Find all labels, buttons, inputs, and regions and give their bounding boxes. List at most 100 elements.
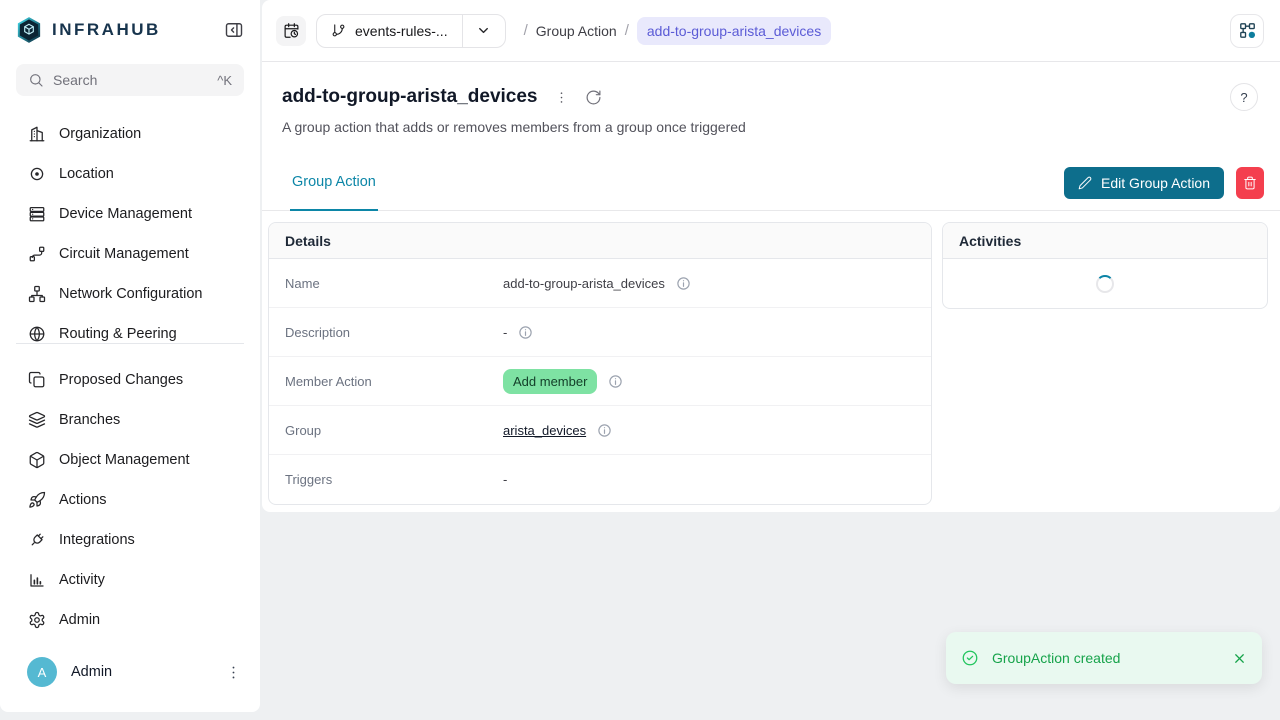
activities-card-title: Activities (943, 223, 1267, 259)
sidebar-item-integrations[interactable]: Integrations (12, 520, 248, 560)
help-button[interactable]: ? (1230, 83, 1258, 111)
user-name: Admin (71, 664, 112, 680)
search-placeholder: Search (53, 72, 97, 88)
server-icon (28, 205, 46, 223)
row-value: - (503, 325, 507, 340)
sidebar-item-activity[interactable]: Activity (12, 560, 248, 600)
calendar-clock-icon (283, 22, 300, 39)
user-menu-kebab-icon[interactable] (225, 664, 242, 681)
gear-icon (28, 611, 46, 629)
group-link[interactable]: arista_devices (503, 423, 586, 438)
info-icon[interactable] (676, 276, 691, 291)
sidebar-item-admin[interactable]: Admin (12, 600, 248, 640)
workflow-icon (1238, 21, 1257, 40)
sidebar-item-label: Branches (59, 412, 120, 428)
tab-bar: Group Action Edit Group Action (262, 155, 1280, 211)
building-icon (28, 125, 46, 143)
sidebar-collapse-icon[interactable] (224, 20, 244, 40)
sidebar-item-label: Admin (59, 612, 100, 628)
sidebar-item-label: Integrations (59, 532, 135, 548)
detail-row-member-action: Member Action Add member (269, 357, 931, 406)
rocket-icon (28, 491, 46, 509)
row-label: Name (285, 276, 503, 291)
schema-visualizer-button[interactable] (1230, 14, 1264, 48)
edit-group-action-button[interactable]: Edit Group Action (1064, 167, 1224, 199)
info-icon[interactable] (608, 374, 623, 389)
title-kebab-menu-icon[interactable] (554, 90, 569, 105)
activities-card: Activities (942, 222, 1268, 309)
row-label: Description (285, 325, 503, 340)
sidebar-item-routing-peering[interactable]: Routing & Peering (12, 314, 248, 343)
time-travel-button[interactable] (276, 16, 306, 46)
diff-icon (28, 371, 46, 389)
check-circle-icon (961, 649, 979, 667)
tab-group-action[interactable]: Group Action (290, 155, 378, 211)
main-area: events-rules-... / Group Action / add-to… (262, 0, 1280, 720)
network-icon (28, 285, 46, 303)
search-shortcut: ^K (217, 73, 232, 88)
git-branch-icon (331, 23, 346, 38)
logo-row: INFRAHUB (0, 0, 260, 60)
row-label: Group (285, 423, 503, 438)
layers-icon (28, 411, 46, 429)
plug-icon (28, 531, 46, 549)
row-label: Member Action (285, 374, 503, 389)
sidebar-item-label: Routing & Peering (59, 326, 177, 342)
detail-row-triggers: Triggers - (269, 455, 931, 504)
chevron-down-icon (476, 23, 491, 38)
sidebar-item-branches[interactable]: Branches (12, 400, 248, 440)
branch-name: events-rules-... (355, 23, 448, 39)
breadcrumb-separator: / (625, 22, 629, 39)
page-header: add-to-group-arista_devices A group acti… (262, 62, 1280, 155)
locate-icon (28, 165, 46, 183)
brand-name: INFRAHUB (52, 20, 161, 40)
sidebar-item-label: Proposed Changes (59, 372, 183, 388)
sidebar-item-label: Location (59, 166, 114, 182)
sidebar-item-label: Activity (59, 572, 105, 588)
search-input[interactable]: Search ^K (16, 64, 244, 96)
cube-icon (28, 451, 46, 469)
info-icon[interactable] (518, 325, 533, 340)
loading-spinner (1096, 275, 1114, 293)
sidebar-item-proposed-changes[interactable]: Proposed Changes (12, 360, 248, 400)
sidebar-item-device-management[interactable]: Device Management (12, 194, 248, 234)
delete-button[interactable] (1236, 167, 1264, 199)
branch-dropdown-toggle[interactable] (463, 23, 505, 38)
topbar: events-rules-... / Group Action / add-to… (262, 0, 1280, 62)
branch-selector[interactable]: events-rules-... (316, 14, 506, 48)
search-icon (28, 72, 44, 88)
member-action-badge: Add member (503, 369, 597, 394)
refresh-icon[interactable] (585, 89, 602, 106)
sidebar-item-label: Actions (59, 492, 107, 508)
sidebar-item-location[interactable]: Location (12, 154, 248, 194)
sidebar-item-actions[interactable]: Actions (12, 480, 248, 520)
breadcrumb-item[interactable]: add-to-group-arista_devices (637, 17, 831, 45)
sidebar-menu-secondary: Proposed Changes Branches Object Managem… (0, 344, 260, 640)
route-icon (28, 245, 46, 263)
toast-close-icon[interactable] (1232, 651, 1247, 666)
breadcrumb-type: Group Action (536, 23, 617, 39)
sidebar-item-circuit-management[interactable]: Circuit Management (12, 234, 248, 274)
user-row: A Admin (0, 646, 260, 698)
infrahub-app: { "sidebar": { "logo_text": "INFRAHUB", … (0, 0, 1280, 720)
details-card: Details Name add-to-group-arista_devices… (268, 222, 932, 505)
infrahub-logo-icon (16, 17, 42, 43)
sidebar-item-network-configuration[interactable]: Network Configuration (12, 274, 248, 314)
page-title: add-to-group-arista_devices (282, 86, 538, 108)
row-value: - (503, 472, 507, 487)
sidebar-item-organization[interactable]: Organization (12, 114, 248, 154)
info-icon[interactable] (597, 423, 612, 438)
detail-content: Details Name add-to-group-arista_devices… (262, 211, 1280, 505)
row-value: add-to-group-arista_devices (503, 276, 665, 291)
globe-icon (28, 325, 46, 343)
sidebar-item-object-management[interactable]: Object Management (12, 440, 248, 480)
pencil-icon (1078, 176, 1092, 190)
toast-message: GroupAction created (992, 650, 1120, 666)
trash-icon (1243, 176, 1257, 190)
chart-icon (28, 571, 46, 589)
sidebar-item-label: Device Management (59, 206, 192, 222)
edit-button-label: Edit Group Action (1101, 175, 1210, 191)
activities-body (943, 259, 1267, 308)
detail-row-name: Name add-to-group-arista_devices (269, 259, 931, 308)
sidebar: INFRAHUB Search ^K Organization Location… (0, 0, 260, 712)
